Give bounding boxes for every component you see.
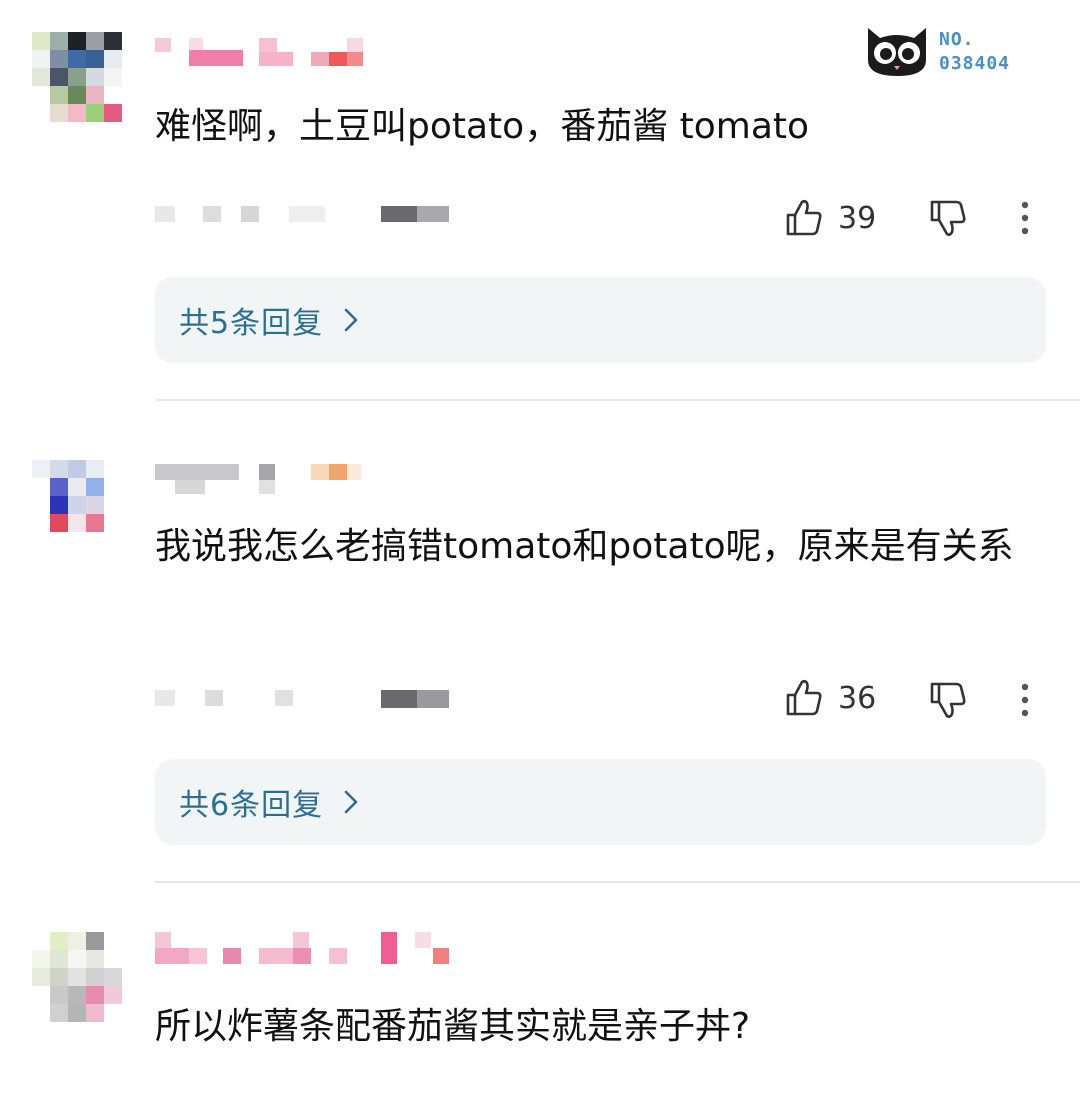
comment-3: 所以炸薯条配番茄酱其实就是亲子丼? — [0, 0, 1080, 1095]
avatar[interactable] — [32, 932, 124, 1024]
username[interactable] — [155, 930, 449, 970]
comment-text: 所以炸薯条配番茄酱其实就是亲子丼? — [155, 1006, 751, 1047]
